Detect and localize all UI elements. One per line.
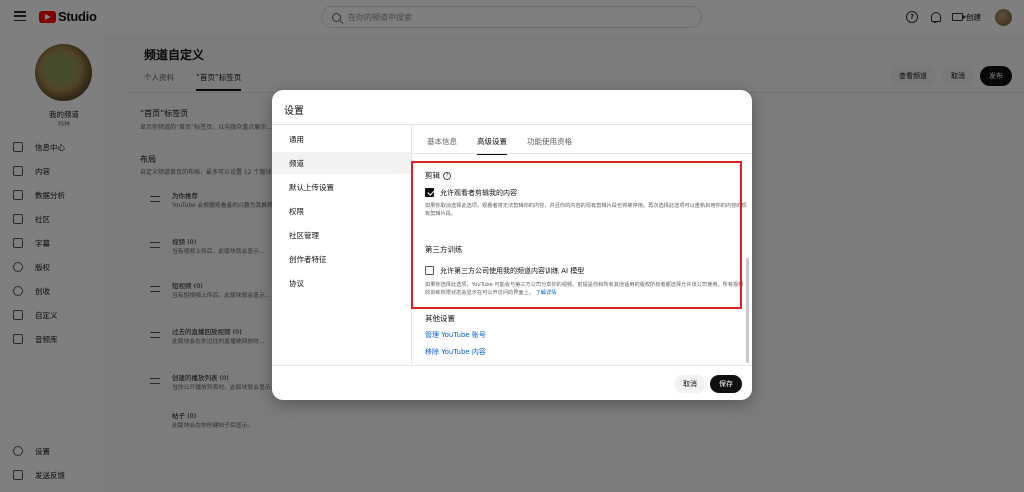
dialog-nav-creator-attributes[interactable]: 创作者特征 <box>272 248 411 270</box>
dialog-nav: 通用 频道 默认上传设置 权限 社区管理 创作者特征 协议 <box>272 125 412 365</box>
dialog-nav-upload-defaults[interactable]: 默认上传设置 <box>272 176 411 198</box>
dialog-nav-community[interactable]: 社区管理 <box>272 224 411 246</box>
dialog-title: 设置 <box>284 106 304 117</box>
settings-dialog: 设置 通用 频道 默认上传设置 权限 社区管理 创作者特征 协议 基本信息 高级… <box>272 90 752 400</box>
dialog-nav-general[interactable]: 通用 <box>272 128 411 150</box>
manage-account-link[interactable]: 管理 YouTube 账号 <box>425 330 486 340</box>
dialog-cancel-button[interactable]: 取消 <box>674 375 706 393</box>
highlight-box <box>411 161 742 309</box>
dialog-nav-permissions[interactable]: 权限 <box>272 200 411 222</box>
dialog-tab-divider <box>412 153 752 154</box>
other-settings-heading: 其他设置 <box>425 314 455 323</box>
remove-content-link[interactable]: 移除 YouTube 内容 <box>425 347 486 357</box>
dialog-nav-agreements[interactable]: 协议 <box>272 272 411 294</box>
dialog-scrollbar[interactable] <box>746 258 749 363</box>
dialog-save-button[interactable]: 保存 <box>710 375 742 393</box>
dialog-nav-channel[interactable]: 频道 <box>272 152 411 174</box>
dialog-footer-divider <box>272 365 752 366</box>
